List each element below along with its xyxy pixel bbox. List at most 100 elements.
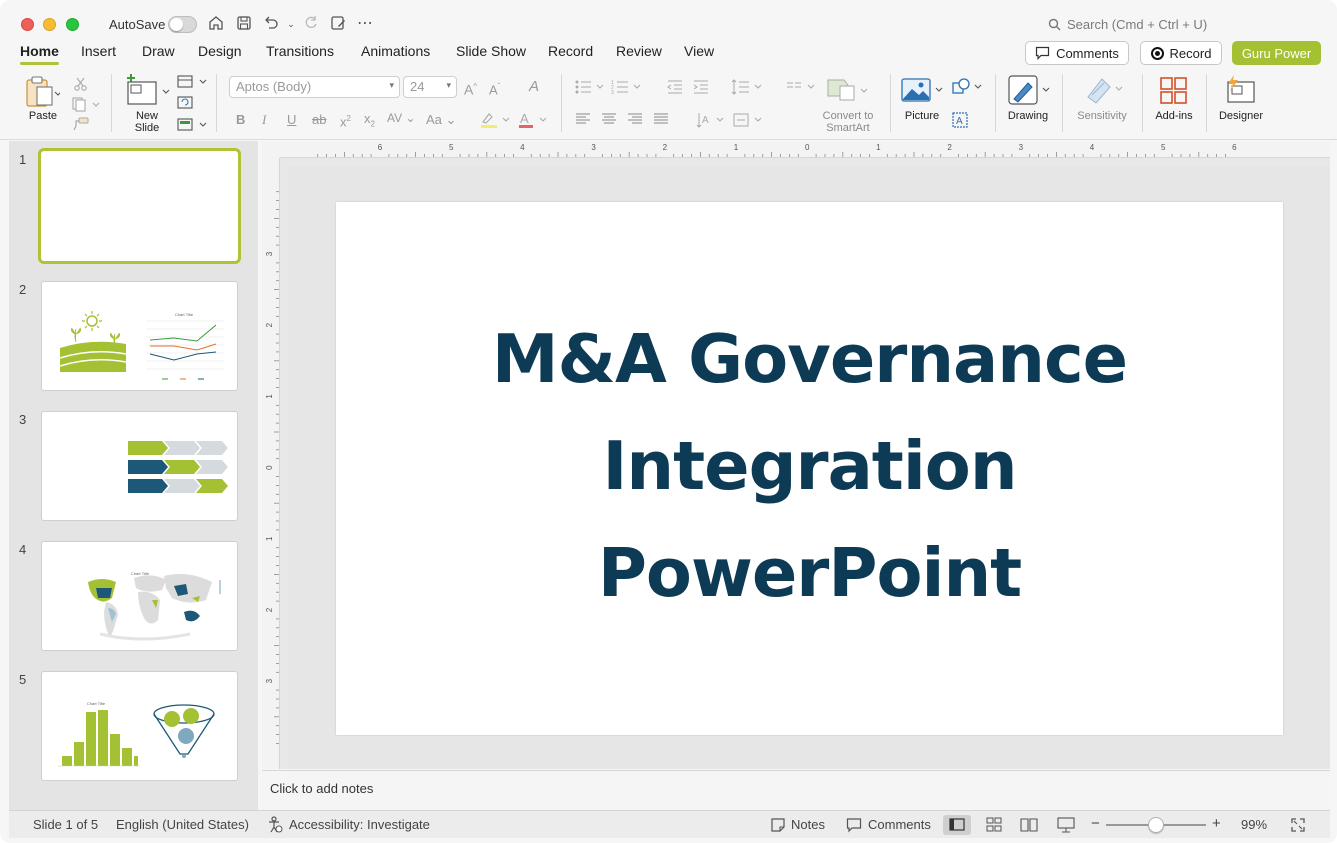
- clear-formatting-icon[interactable]: A: [529, 79, 539, 95]
- accessibility-status[interactable]: Accessibility: Investigate: [289, 817, 430, 832]
- comments-icon[interactable]: [846, 817, 862, 836]
- increase-font-size-icon[interactable]: A^: [464, 79, 477, 98]
- designer-icon[interactable]: [1224, 74, 1258, 109]
- strikethrough-icon[interactable]: ab: [312, 112, 326, 128]
- slide-thumbnail-1[interactable]: [38, 148, 241, 264]
- align-text-icon[interactable]: [732, 111, 766, 132]
- tab-insert[interactable]: Insert: [81, 43, 116, 59]
- font-name-select[interactable]: Aptos (Body) ▾: [229, 76, 400, 98]
- new-slide-icon[interactable]: [126, 74, 172, 113]
- undo-icon[interactable]: [261, 14, 281, 34]
- sensitivity-icon[interactable]: [1084, 75, 1128, 110]
- tab-animations[interactable]: Animations: [361, 43, 430, 59]
- paste-icon[interactable]: [24, 76, 62, 111]
- slide-thumbnail-4[interactable]: Chart Title: [41, 541, 238, 651]
- zoom-slider-handle[interactable]: [1148, 817, 1164, 833]
- vertical-ruler[interactable]: 3 2 1 0 1 2 3: [262, 158, 280, 769]
- reading-view-button[interactable]: [1015, 815, 1043, 835]
- slide-counter: Slide 1 of 5: [33, 817, 99, 832]
- save-as-icon[interactable]: [328, 14, 348, 34]
- language-indicator[interactable]: English (United States): [116, 817, 249, 832]
- italic-icon[interactable]: I: [262, 112, 266, 128]
- comments-button[interactable]: Comments: [1025, 41, 1129, 65]
- tab-home[interactable]: Home: [20, 43, 59, 65]
- format-painter-icon[interactable]: [72, 116, 90, 135]
- slide-thumbnail-3[interactable]: [41, 411, 238, 521]
- close-window-button[interactable]: [21, 18, 34, 31]
- align-center-icon[interactable]: [601, 112, 617, 129]
- record-button[interactable]: Record: [1140, 41, 1222, 65]
- tab-draw[interactable]: Draw: [142, 43, 175, 59]
- notes-pane[interactable]: Click to add notes: [262, 770, 1330, 810]
- zoom-percentage[interactable]: 99%: [1241, 817, 1267, 832]
- undo-dropdown-icon[interactable]: ⌄: [281, 14, 301, 34]
- text-box-icon[interactable]: A: [951, 111, 969, 132]
- autosave-toggle[interactable]: [168, 16, 197, 33]
- ribbon-separator: [890, 74, 891, 132]
- current-slide[interactable]: M&A Governance Integration PowerPoint: [336, 202, 1283, 735]
- maximize-window-button[interactable]: [66, 18, 79, 31]
- tab-review[interactable]: Review: [616, 43, 662, 59]
- addins-icon[interactable]: [1159, 76, 1189, 109]
- tab-record[interactable]: Record: [548, 43, 593, 59]
- font-color-icon[interactable]: A: [517, 110, 551, 133]
- slide-show-button[interactable]: [1052, 815, 1080, 835]
- accessibility-icon[interactable]: [267, 816, 283, 837]
- slide-thumbnail-5[interactable]: Chart Title: [41, 671, 238, 781]
- increase-indent-icon[interactable]: [692, 79, 710, 98]
- zoom-out-button[interactable]: −: [1091, 815, 1100, 832]
- layout-icon[interactable]: [177, 74, 209, 93]
- font-size-select[interactable]: 24 ▾: [403, 76, 457, 98]
- home-icon[interactable]: [206, 14, 226, 34]
- tab-slide-show[interactable]: Slide Show: [456, 43, 526, 59]
- decrease-font-size-icon[interactable]: Aˇ: [489, 79, 500, 98]
- more-options-icon[interactable]: ⋯: [355, 14, 375, 34]
- picture-icon[interactable]: [900, 77, 946, 108]
- underline-icon[interactable]: U: [287, 112, 296, 128]
- copy-icon[interactable]: [71, 96, 103, 115]
- slide-thumbnail-panel[interactable]: 1 2 Chart Title 3 4 Chart Title 5 Chart …: [9, 141, 258, 810]
- comments-toggle-label[interactable]: Comments: [868, 817, 931, 832]
- superscript-icon[interactable]: x2: [340, 111, 351, 130]
- cut-icon[interactable]: [73, 76, 89, 95]
- highlight-icon[interactable]: [479, 110, 513, 133]
- align-left-icon[interactable]: [575, 112, 591, 129]
- slide-title-line: M&A Governance: [491, 320, 1128, 398]
- slide-thumbnail-2[interactable]: Chart Title: [41, 281, 238, 391]
- bullets-icon[interactable]: [574, 79, 610, 98]
- text-direction-icon[interactable]: A: [695, 111, 729, 132]
- search-box[interactable]: Search (Cmd + Ctrl + U): [1048, 17, 1207, 32]
- guru-power-button[interactable]: Guru Power: [1232, 41, 1321, 65]
- tab-transitions[interactable]: Transitions: [266, 43, 334, 59]
- decrease-indent-icon[interactable]: [666, 79, 684, 98]
- justify-icon[interactable]: [653, 112, 669, 129]
- align-right-icon[interactable]: [627, 112, 643, 129]
- drawing-icon[interactable]: [1008, 75, 1054, 110]
- slide-sorter-button[interactable]: [980, 815, 1008, 835]
- fit-to-window-icon[interactable]: [1290, 817, 1306, 836]
- line-spacing-icon[interactable]: [731, 79, 765, 98]
- tab-view[interactable]: View: [684, 43, 714, 59]
- character-spacing-icon[interactable]: AV ⌄: [387, 110, 416, 126]
- smartart-icon[interactable]: [826, 76, 870, 107]
- search-icon: [1048, 18, 1061, 31]
- columns-icon[interactable]: [786, 79, 820, 98]
- bold-icon[interactable]: B: [236, 112, 245, 128]
- horizontal-ruler[interactable]: 6 5 4 3 2 1 0 1 2 3 4 5 6: [280, 141, 1330, 158]
- notes-icon[interactable]: [770, 817, 786, 836]
- minimize-window-button[interactable]: [43, 18, 56, 31]
- shapes-icon[interactable]: [951, 78, 985, 99]
- redo-icon[interactable]: [301, 14, 321, 34]
- section-icon[interactable]: [177, 117, 209, 136]
- ruler-label: 5: [1161, 143, 1166, 152]
- save-icon[interactable]: [234, 14, 254, 34]
- subscript-icon[interactable]: x2: [364, 111, 375, 133]
- tab-design[interactable]: Design: [198, 43, 242, 59]
- notes-toggle-label[interactable]: Notes: [791, 817, 825, 832]
- change-case-icon[interactable]: Aa ⌄: [426, 112, 456, 128]
- numbering-icon[interactable]: 123: [611, 79, 647, 98]
- zoom-in-button[interactable]: +: [1212, 815, 1221, 832]
- slide-title[interactable]: M&A Governance Integration PowerPoint: [336, 306, 1283, 627]
- normal-view-button[interactable]: [943, 815, 971, 835]
- reset-slide-icon[interactable]: [177, 95, 195, 114]
